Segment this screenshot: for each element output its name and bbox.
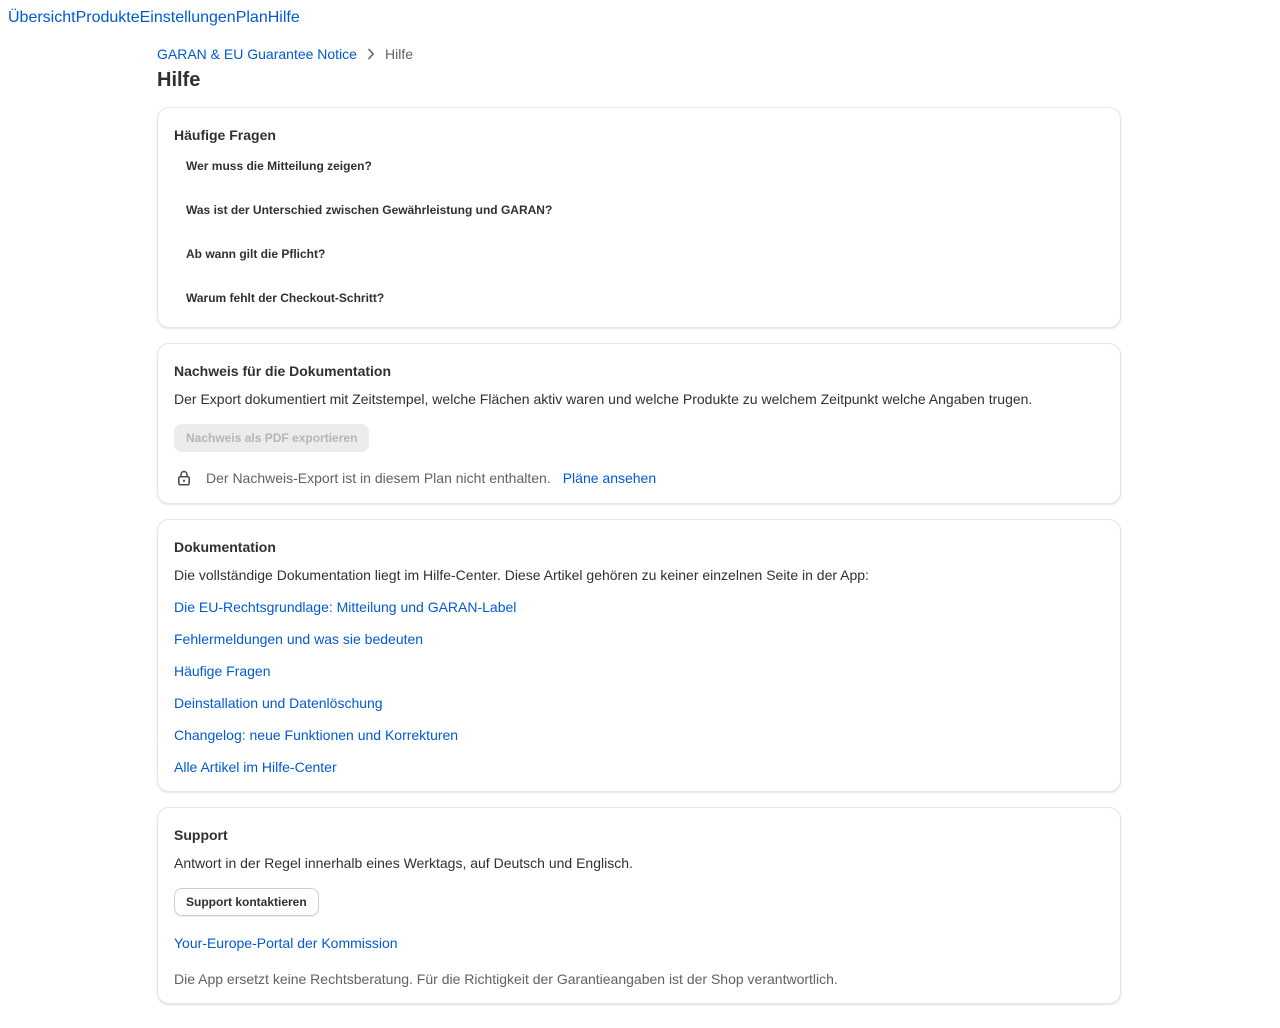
documentation-title: Dokumentation [174,539,276,555]
faq-item[interactable]: Ab wann gilt die Pflicht? [186,246,325,262]
documentation-intro: Die vollständige Dokumentation liegt im … [174,567,869,583]
proof-description: Der Export dokumentiert mit Zeitstempel,… [174,391,1033,407]
doc-link-uninstall[interactable]: Deinstallation und Datenlöschung [174,694,383,712]
nav-link-settings[interactable]: Einstellungen [140,8,236,30]
faq-title: Häufige Fragen [174,127,276,143]
faq-item[interactable]: Warum fehlt der Checkout-Schritt? [186,290,384,306]
contact-support-button[interactable]: Support kontaktieren [174,888,319,916]
top-navigation: Übersicht Produkte Einstellungen Plan Hi… [8,8,300,30]
nav-link-help[interactable]: Hilfe [268,8,300,30]
doc-link-faq[interactable]: Häufige Fragen [174,662,271,680]
doc-link-legal-basis[interactable]: Die EU-Rechtsgrundlage: Mitteilung und G… [174,598,516,616]
export-pdf-button[interactable]: Nachweis als PDF exportieren [174,424,370,452]
breadcrumb-current: Hilfe [384,46,413,62]
breadcrumb: GARAN & EU Guarantee Notice Hilfe [157,45,413,63]
doc-link-all-articles[interactable]: Alle Artikel im Hilfe-Center [174,758,337,776]
faq-item[interactable]: Was ist der Unterschied zwischen Gewährl… [186,202,552,218]
view-plans-link[interactable]: Pläne ansehen [563,470,656,486]
lock-icon [174,468,194,488]
your-europe-portal-link[interactable]: Your-Europe-Portal der Kommission [174,934,398,952]
nav-link-products[interactable]: Produkte [76,8,140,30]
chevron-right-icon [367,48,375,60]
faq-card: Häufige Fragen Wer muss die Mitteilung z… [157,107,1121,328]
nav-link-overview[interactable]: Übersicht [8,8,76,30]
doc-link-error-messages[interactable]: Fehlermeldungen und was sie bedeuten [174,630,423,648]
faq-item[interactable]: Wer muss die Mitteilung zeigen? [186,158,372,174]
locked-notice: Der Nachweis-Export ist in diesem Plan n… [174,468,656,488]
nav-link-plan[interactable]: Plan [236,8,268,30]
page-title: Hilfe [157,69,201,91]
legal-disclaimer: Die App ersetzt keine Rechtsberatung. Fü… [174,971,838,987]
support-card: Support Antwort in der Regel innerhalb e… [157,807,1121,1004]
support-description: Antwort in der Regel innerhalb eines Wer… [174,855,633,871]
breadcrumb-parent-link[interactable]: GARAN & EU Guarantee Notice [157,46,357,62]
support-title: Support [174,827,228,843]
documentation-card: Dokumentation Die vollständige Dokumenta… [157,519,1121,792]
proof-title: Nachweis für die Dokumentation [174,363,392,379]
doc-link-changelog[interactable]: Changelog: neue Funktionen und Korrektur… [174,726,458,744]
proof-card: Nachweis für die Dokumentation Der Expor… [157,343,1121,504]
locked-notice-text: Der Nachweis-Export ist in diesem Plan n… [206,470,551,486]
